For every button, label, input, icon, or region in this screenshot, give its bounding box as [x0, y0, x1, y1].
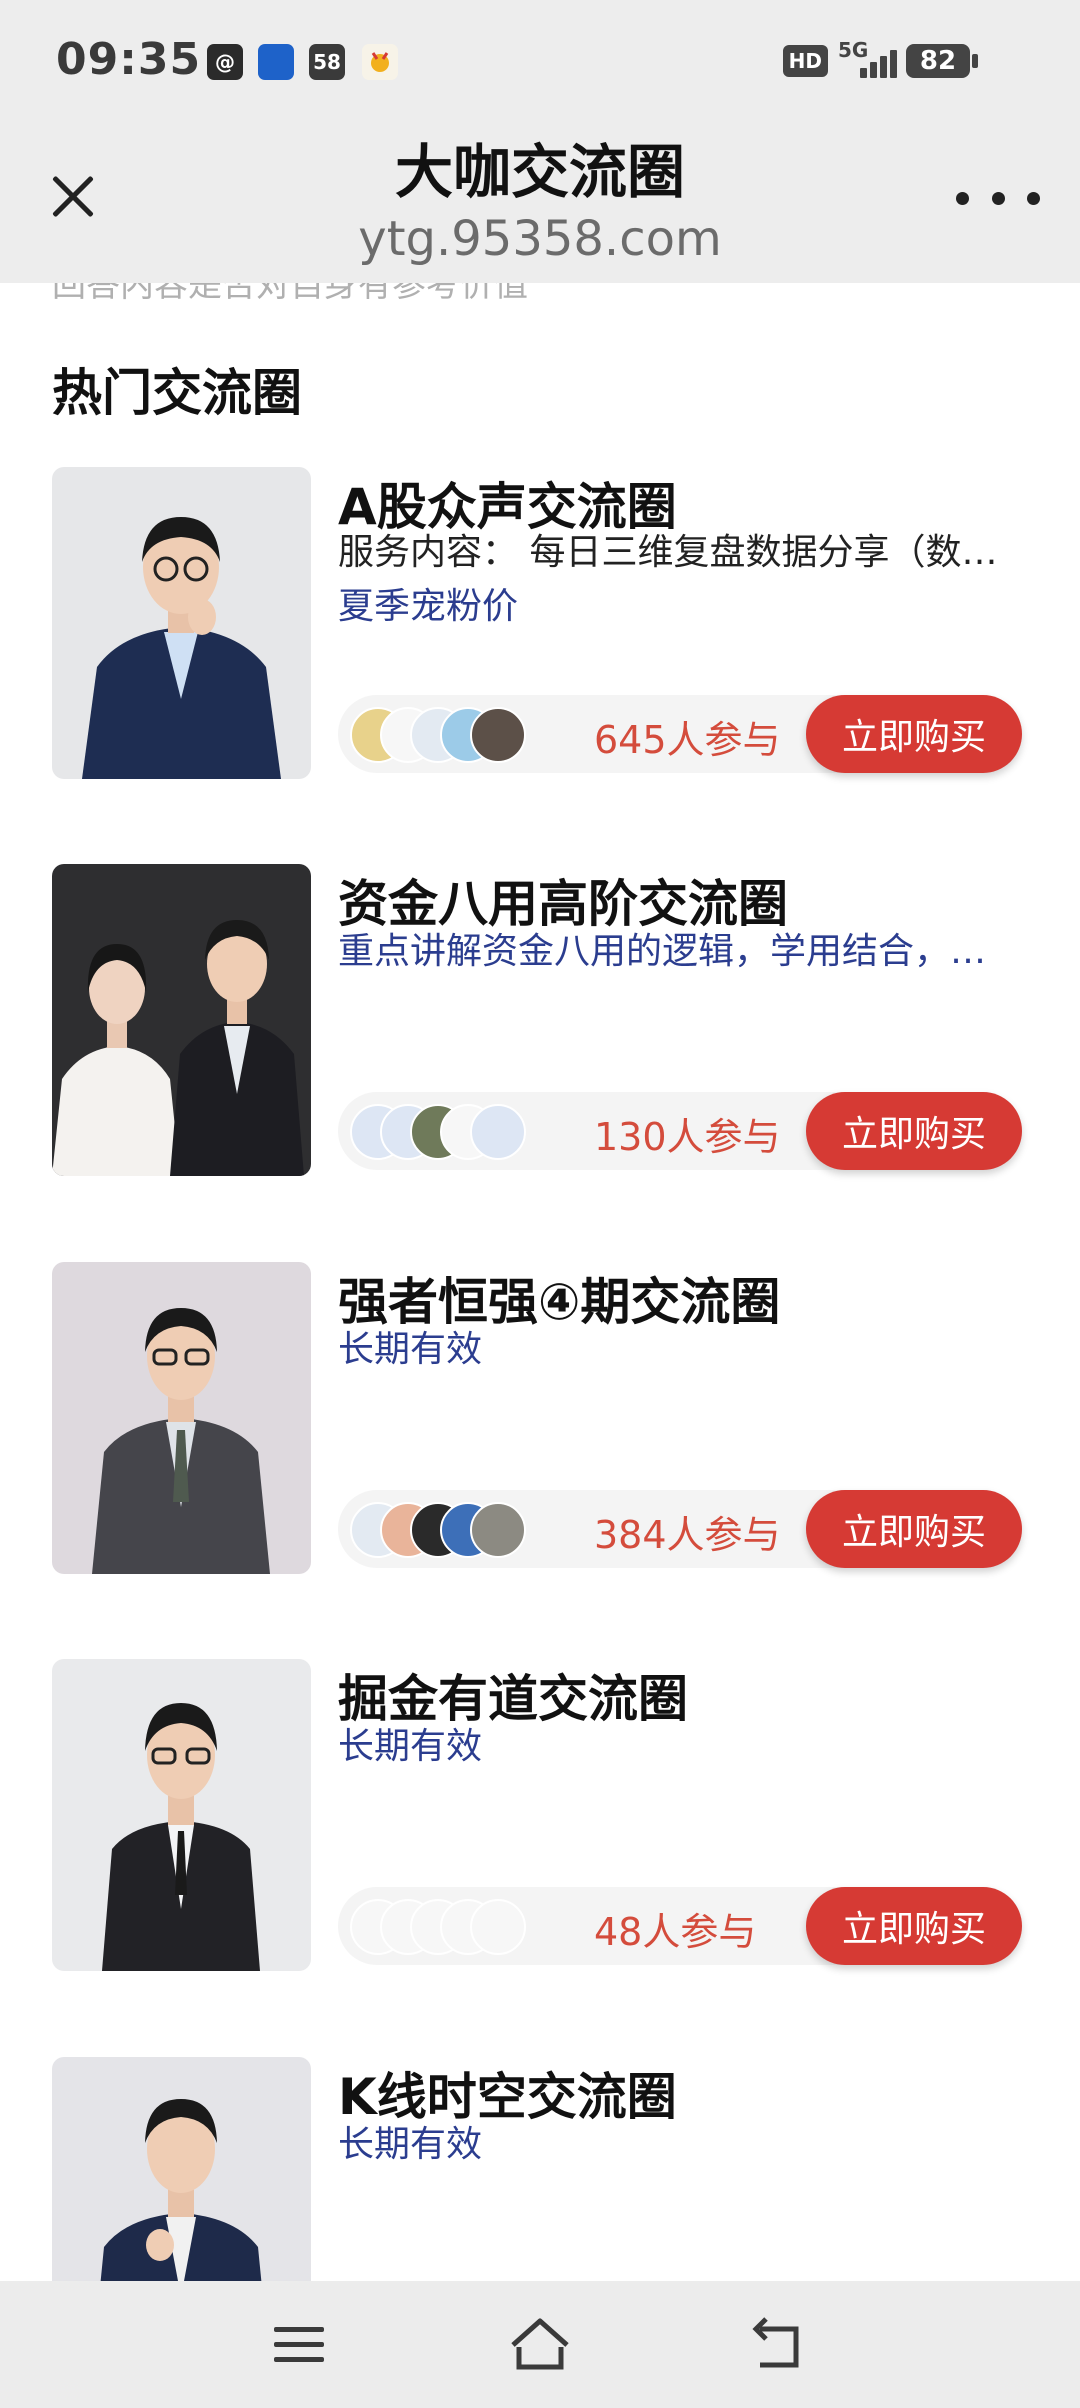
- avatar: [470, 707, 526, 763]
- signal-icon: 5G: [838, 38, 897, 80]
- battery-icon: 82: [906, 44, 978, 78]
- deer-app-icon: [362, 44, 398, 80]
- buy-now-button[interactable]: 立即购买: [806, 695, 1022, 773]
- status-time: 09:35: [56, 34, 202, 85]
- section-title: 热门交流圈: [52, 364, 302, 422]
- card-tag: 重点讲解资金八用的逻辑，学用结合，实战应用: [338, 931, 1018, 972]
- circle-card[interactable]: 资金八用高阶交流圈 重点讲解资金八用的逻辑，学用结合，实战应用 130人参与 立…: [52, 864, 1032, 1176]
- buy-now-button[interactable]: 立即购买: [806, 1887, 1022, 1965]
- host-portrait: [52, 2057, 311, 2281]
- back-icon[interactable]: [746, 2311, 812, 2377]
- more-options-icon[interactable]: [956, 183, 1040, 213]
- participants-bar: 645人参与 立即购买: [338, 695, 1022, 773]
- avatar: [470, 1502, 526, 1558]
- participant-avatars: [350, 1899, 590, 1955]
- buy-now-button[interactable]: 立即购买: [806, 1092, 1022, 1170]
- battery-level: 82: [919, 46, 957, 76]
- avatar: [470, 1899, 526, 1955]
- circle-card[interactable]: 强者恒强④期交流圈 长期有效 384人参与 立即购买: [52, 1262, 1032, 1574]
- home-icon[interactable]: [507, 2311, 573, 2377]
- blue-banner-app-icon: [258, 44, 294, 80]
- card-description: 服务内容： 每日三维复盘数据分享（数据分享及解读）: [338, 532, 1018, 573]
- host-portrait: [52, 467, 311, 779]
- status-bar: 09:35 @ 58 HD 5G 82: [0, 0, 1080, 125]
- title-bar: 大咖交流圈 ytg.95358.com: [0, 125, 1080, 283]
- participants-bar: 48人参与 立即购买: [338, 1887, 1022, 1965]
- participant-avatars: [350, 1104, 590, 1160]
- avatar: [470, 1104, 526, 1160]
- system-nav-bar: [0, 2281, 1080, 2408]
- at-app-icon: @: [207, 44, 243, 80]
- participant-count: 384人参与: [594, 1513, 781, 1557]
- circle-card[interactable]: A股众声交流圈 服务内容： 每日三维复盘数据分享（数据分享及解读） 夏季宠粉价 …: [52, 467, 1032, 779]
- card-tag: 夏季宠粉价: [338, 586, 519, 627]
- circle-card[interactable]: K线时空交流圈 长期有效: [52, 2057, 1032, 2281]
- host-portrait: [52, 1262, 311, 1574]
- participant-avatars: [350, 1502, 590, 1558]
- host-portrait: [52, 1659, 311, 1971]
- circle-card[interactable]: 掘金有道交流圈 长期有效 48人参与 立即购买: [52, 1659, 1032, 1971]
- main-content[interactable]: 回答内容是否对自身有参考价值 热门交流圈 A股众声交流圈 服务内容： 每日三维复…: [0, 283, 1080, 2281]
- participants-bar: 384人参与 立即购买: [338, 1490, 1022, 1568]
- status-indicators: HD 5G 82: [782, 38, 978, 80]
- buy-now-button[interactable]: 立即购买: [806, 1490, 1022, 1568]
- participant-count: 645人参与: [594, 718, 781, 762]
- card-tag: 长期有效: [338, 1726, 483, 1767]
- menu-icon[interactable]: [266, 2311, 332, 2377]
- hd-badge: HD: [782, 45, 828, 77]
- card-tag: 长期有效: [338, 2124, 483, 2165]
- page-url: ytg.95358.com: [358, 211, 722, 267]
- participant-count: 48人参与: [594, 1910, 757, 1954]
- participant-avatars: [350, 707, 590, 763]
- participant-count: 130人参与: [594, 1115, 781, 1159]
- app-58-icon: 58: [309, 44, 345, 80]
- partial-text: 回答内容是否对自身有参考价值: [52, 283, 528, 305]
- participants-bar: 130人参与 立即购买: [338, 1092, 1022, 1170]
- network-label: 5G: [838, 38, 869, 62]
- card-tag: 长期有效: [338, 1329, 483, 1370]
- host-portrait: [52, 864, 311, 1176]
- page-title: 大咖交流圈: [394, 138, 685, 206]
